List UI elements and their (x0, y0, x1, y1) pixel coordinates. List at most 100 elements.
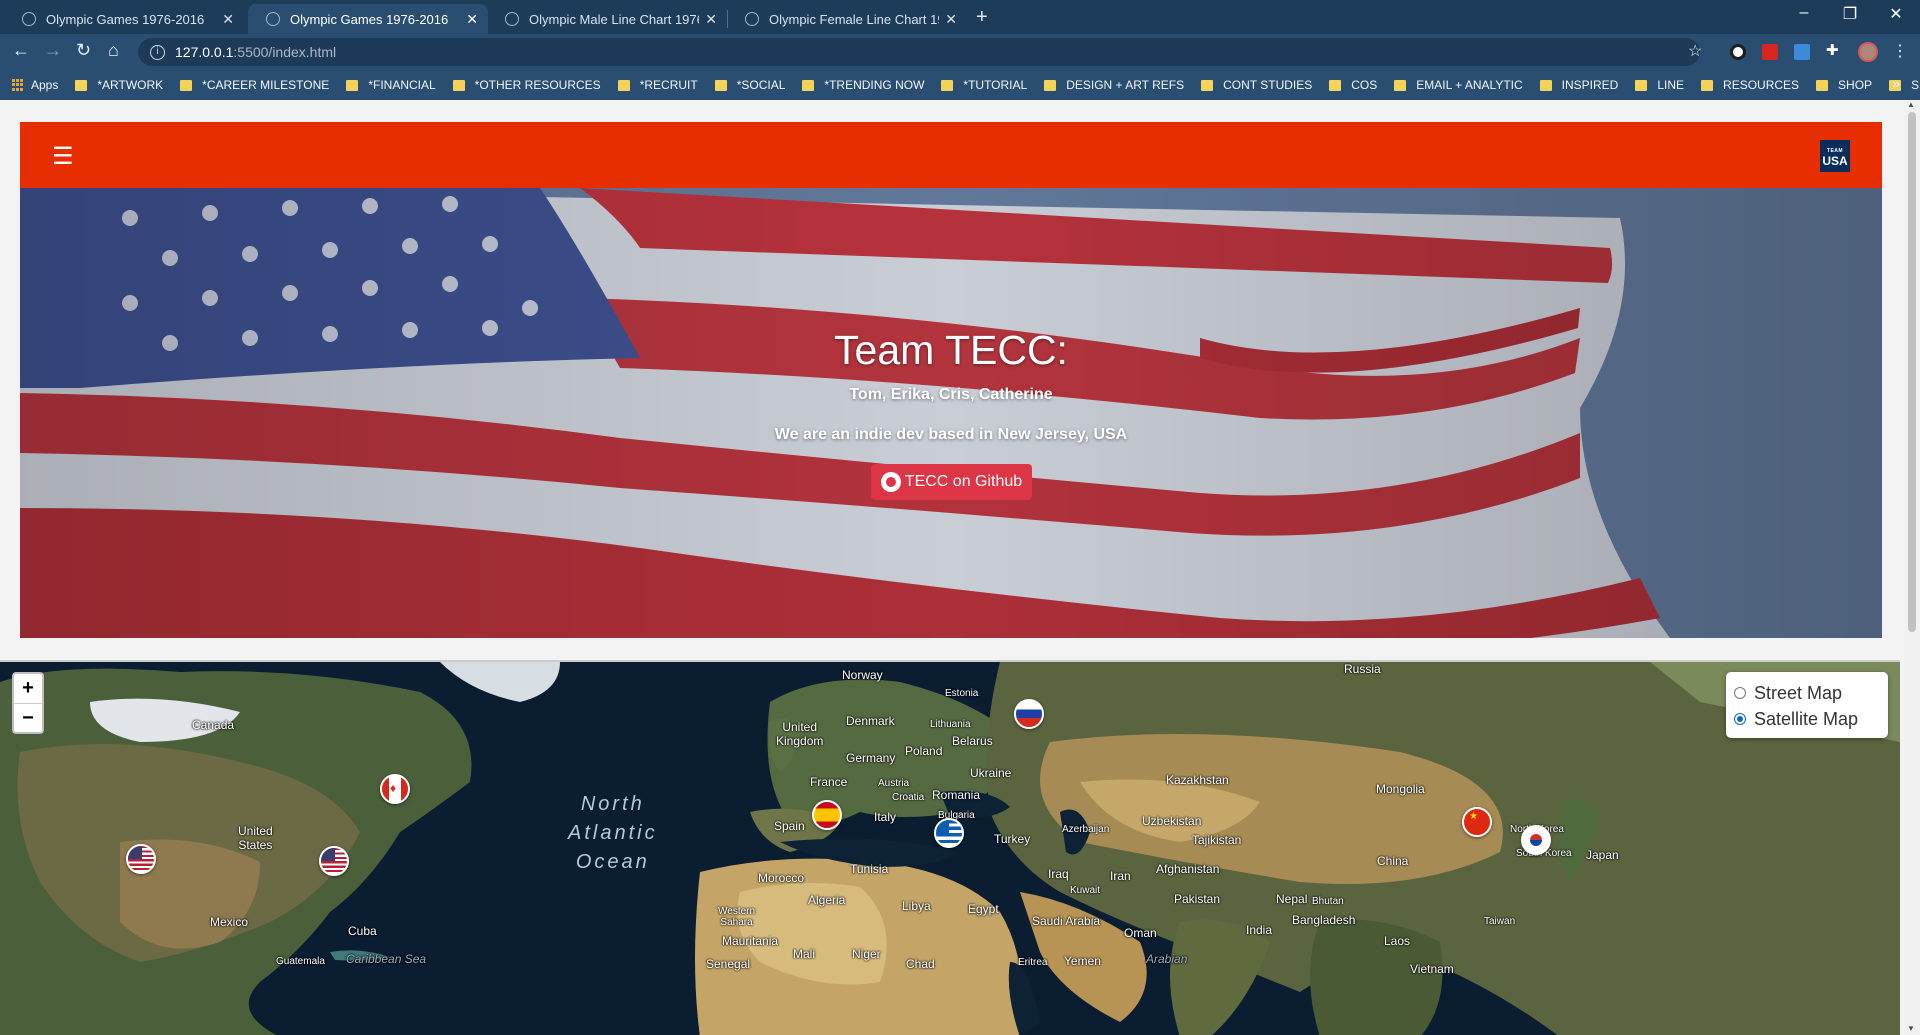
team-usa-logo[interactable]: TEAM USA (1820, 140, 1850, 172)
map-label: Laos (1384, 934, 1411, 948)
street-map-radio[interactable] (1734, 687, 1746, 699)
map-label: Croatia (892, 792, 925, 803)
bookmark-folder[interactable]: *TRENDING NOW (802, 78, 924, 92)
russia-flag[interactable] (1014, 699, 1044, 729)
bookmark-apps[interactable]: Apps (12, 78, 58, 92)
scroll-down-icon[interactable]: ▼ (1907, 1024, 1915, 1033)
bookmark-folder[interactable]: COS (1329, 78, 1377, 92)
zoom-in-button[interactable]: + (14, 674, 42, 703)
map-label: Western Sahara (718, 906, 756, 928)
extension-icon[interactable] (1794, 44, 1810, 60)
star-icon: ★ (1469, 811, 1478, 822)
bookmark-folder[interactable]: DESIGN + ART REFS (1044, 78, 1184, 92)
folder-icon (1329, 79, 1342, 91)
scroll-thumb[interactable] (1908, 112, 1916, 632)
folder-icon (941, 79, 954, 91)
github-button[interactable]: TECC on Github (871, 464, 1032, 500)
page-scrollbar[interactable]: ▲ ▼ (1904, 100, 1920, 1035)
info-icon[interactable]: i (150, 44, 165, 60)
site-navbar: ☰ TEAM USA (20, 122, 1882, 188)
bookmark-folder[interactable]: *SOCIAL (714, 78, 785, 92)
bookmark-folder[interactable]: SHOP (1816, 78, 1872, 92)
browser-tab[interactable]: Olympic Female Line Chart 1976-2016 ✕ (727, 4, 967, 34)
zoom-out-button[interactable]: − (14, 703, 42, 732)
canada-flag[interactable]: ♦ (380, 774, 410, 804)
folder-icon (1201, 79, 1214, 91)
bookmark-star-icon[interactable]: ☆ (1688, 41, 1702, 61)
url-input[interactable]: i 127.0.0.1:5500/index.html (138, 38, 1700, 66)
minimize-button[interactable]: – (1781, 4, 1827, 22)
bookmark-folder[interactable]: *OTHER RESOURCES (452, 78, 601, 92)
extension-icon[interactable] (1730, 44, 1746, 60)
satellite-map-radio[interactable] (1734, 713, 1746, 725)
bookmark-folder[interactable]: INSPIRED (1539, 78, 1618, 92)
greece-flag[interactable] (934, 818, 964, 848)
map-label: Arabian (1146, 952, 1188, 966)
puzzle-icon[interactable]: ✚ (1826, 41, 1842, 59)
bookmark-folder[interactable]: *TUTORIAL (941, 78, 1027, 92)
map-label: United States (238, 824, 273, 852)
home-icon[interactable]: ⌂ (108, 40, 119, 61)
close-window-button[interactable]: ✕ (1873, 4, 1919, 24)
bookmark-label: SHOP (1838, 78, 1873, 92)
usa-flag[interactable] (319, 846, 349, 876)
scroll-up-icon[interactable]: ▲ (1907, 100, 1915, 109)
china-flag[interactable]: ★ (1462, 807, 1492, 837)
folder-icon (1701, 79, 1714, 91)
pdf-extension-icon[interactable] (1762, 44, 1778, 60)
bookmark-folder[interactable]: *RECRUIT (617, 78, 698, 92)
world-map[interactable]: Russia Norway Estonia Canada Denmark Lit… (0, 660, 1900, 1035)
bookmarks-bar: Apps *ARTWORK *CAREER MILESTONE *FINANCI… (0, 70, 1920, 100)
bookmark-label: *TUTORIAL (963, 78, 1028, 92)
folder-icon (346, 79, 359, 91)
map-label: Lithuania (930, 719, 971, 730)
map-label: Niger (852, 947, 881, 961)
browser-tab[interactable]: Olympic Male Line Chart 1976-2016 ✕ (487, 4, 727, 34)
folder-icon (1044, 79, 1057, 91)
close-tab-icon[interactable]: ✕ (945, 11, 957, 28)
spain-flag[interactable] (812, 800, 842, 830)
browser-tab[interactable]: Olympic Games 1976-2016 ✕ (4, 4, 244, 34)
bookmark-folder[interactable]: CONT STUDIES (1201, 78, 1312, 92)
hamburger-menu-icon[interactable]: ☰ (52, 142, 74, 171)
usa-flag[interactable] (126, 844, 156, 874)
layer-option-street[interactable]: Street Map (1734, 680, 1880, 706)
map-label: Cuba (348, 924, 377, 938)
browser-tab-active[interactable]: Olympic Games 1976-2016 ✕ (248, 4, 488, 34)
south-korea-flag[interactable] (1521, 825, 1551, 855)
layer-option-satellite[interactable]: Satellite Map (1734, 706, 1880, 732)
map-label: Vietnam (1410, 962, 1454, 976)
bookmark-folder[interactable]: *CAREER MILESTONE (180, 78, 329, 92)
close-tab-icon[interactable]: ✕ (466, 11, 478, 28)
map-label: Tunisia (850, 862, 889, 876)
apps-grid-icon (12, 78, 25, 92)
folder-icon (714, 79, 727, 91)
restore-button[interactable]: ❐ (1827, 4, 1873, 24)
bookmark-folder[interactable]: *ARTWORK (75, 78, 163, 92)
canton (128, 846, 142, 859)
bookmark-folder[interactable]: LINE (1635, 78, 1684, 92)
bookmark-label: *OTHER RESOURCES (474, 78, 601, 92)
forward-icon[interactable]: → (44, 40, 62, 61)
page-viewport: ☰ TEAM USA Team TECC: Tom, Erika, Cris, … (0, 100, 1920, 1035)
map-label: Russia (1344, 662, 1381, 676)
bookmark-label: SHOWS (1911, 78, 1920, 92)
bookmark-folder[interactable]: RESOURCES (1701, 78, 1799, 92)
tab-title: Olympic Games 1976-2016 (290, 11, 449, 27)
map-label: Turkey (994, 832, 1031, 846)
menu-kebab-icon[interactable]: ⋮ (1892, 41, 1908, 61)
close-tab-icon[interactable]: ✕ (222, 11, 234, 28)
back-icon[interactable]: ← (12, 40, 30, 61)
reload-icon[interactable]: ↻ (76, 40, 91, 61)
bookmark-label: Apps (31, 78, 59, 92)
bookmark-folder[interactable]: EMAIL + ANALYTIC (1394, 78, 1523, 92)
close-tab-icon[interactable]: ✕ (705, 11, 717, 28)
map-label: Oman (1124, 926, 1157, 940)
bookmarks-overflow-icon[interactable]: » (1892, 75, 1900, 91)
bookmark-folder[interactable]: *FINANCIAL (346, 78, 436, 92)
map-label: Nepal (1276, 892, 1308, 906)
avatar[interactable] (1858, 42, 1878, 62)
new-tab-button[interactable]: + (976, 6, 988, 29)
hero-banner: Team TECC: Tom, Erika, Cris, Catherine W… (20, 188, 1882, 638)
map-label: India (1246, 923, 1273, 937)
